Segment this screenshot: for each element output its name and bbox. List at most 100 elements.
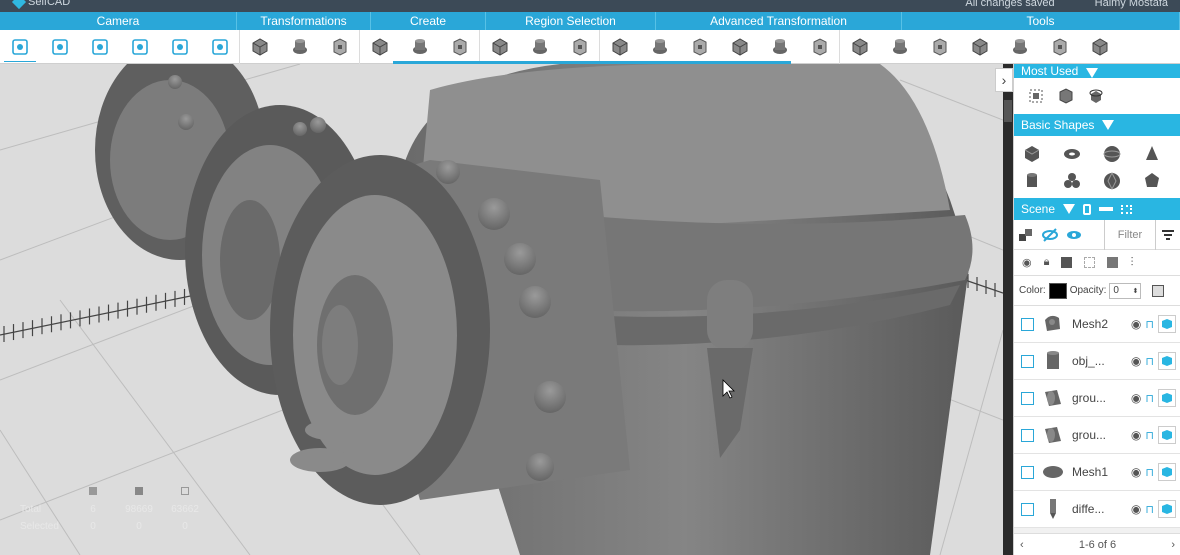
select-checkbox[interactable]	[1021, 317, 1034, 331]
lock-icon[interactable]: 🔒︎	[1044, 256, 1050, 269]
material-cube-icon[interactable]	[1158, 389, 1176, 407]
zoom-fit-button[interactable]	[40, 30, 80, 64]
select-checkbox[interactable]	[1021, 428, 1034, 442]
hide-icon[interactable]	[1038, 227, 1062, 242]
select-checkbox[interactable]	[1021, 354, 1034, 368]
menu-transformations[interactable]: Transformations	[237, 12, 371, 30]
material-cube-icon[interactable]	[1158, 352, 1176, 370]
solidify-button[interactable]	[600, 30, 640, 64]
cube-create-button[interactable]	[360, 30, 400, 64]
toggle-view-icon[interactable]	[1083, 203, 1092, 215]
box-create-button[interactable]	[440, 29, 480, 64]
lock-open-icon[interactable]: ⊓	[1145, 429, 1154, 442]
extrude-button[interactable]	[680, 30, 720, 64]
grid-view-icon[interactable]	[1121, 204, 1133, 214]
show-icon[interactable]	[1062, 228, 1086, 242]
eye-icon[interactable]: ◉	[1131, 391, 1141, 405]
user-name[interactable]: Haimy Mostafa	[1095, 0, 1168, 9]
camera-reset-button[interactable]	[0, 30, 40, 64]
basic-shapes-header[interactable]: Basic Shapes	[1014, 114, 1180, 136]
object-row[interactable]: grou... ◉ ⊓	[1014, 417, 1180, 454]
group-objects-icon[interactable]	[1014, 228, 1038, 242]
stitch-button[interactable]	[640, 30, 680, 64]
adjust-icon[interactable]: ⫶	[1130, 255, 1133, 270]
object-row[interactable]: grou... ◉ ⊓	[1014, 380, 1180, 417]
taper-button[interactable]	[720, 30, 760, 64]
pan-button[interactable]	[80, 30, 120, 64]
array-button[interactable]	[880, 30, 920, 64]
select-vertex-button[interactable]	[560, 29, 600, 64]
menu-region-selection[interactable]: Region Selection	[486, 12, 656, 30]
eye-icon[interactable]: ◉	[1131, 354, 1141, 368]
slider-toggle-icon[interactable]	[1099, 207, 1114, 211]
hat-shape-button[interactable]	[400, 30, 440, 64]
camera-settings-button[interactable]	[160, 30, 200, 64]
3d-viewport[interactable]: Total 6 98669 63662 Selected 0 0 0	[0, 64, 1003, 555]
bend-button[interactable]	[800, 29, 840, 64]
select-checkbox[interactable]	[1021, 502, 1034, 516]
filter-input[interactable]: Filter	[1104, 219, 1156, 250]
lock-open-icon[interactable]: ⊓	[1145, 466, 1154, 479]
eye-icon[interactable]: ◉	[1131, 465, 1141, 479]
object-row[interactable]: diffe... ◉ ⊓	[1014, 491, 1180, 528]
eye-icon[interactable]: ◉	[1131, 317, 1141, 331]
visibility-icon[interactable]: ◉	[1022, 256, 1032, 269]
apply-icon[interactable]	[1152, 284, 1165, 297]
menu-tools[interactable]: Tools	[902, 12, 1180, 30]
rotate-icon[interactable]	[1086, 86, 1106, 106]
hollow-button[interactable]	[1000, 30, 1040, 64]
mirror-button[interactable]	[840, 30, 880, 64]
cube-icon[interactable]	[1022, 144, 1042, 164]
camera-view-button[interactable]	[200, 29, 240, 64]
material-cube-icon[interactable]	[1158, 500, 1176, 518]
rotate-view-button[interactable]	[120, 30, 160, 64]
next-page-icon[interactable]: ›	[1171, 539, 1175, 551]
move-icon[interactable]	[1026, 86, 1046, 106]
sphere-tool-button[interactable]	[960, 30, 1000, 64]
lock-open-icon[interactable]: ⊓	[1145, 355, 1154, 368]
object-row[interactable]: Mesh1 ◉ ⊓	[1014, 454, 1180, 491]
scene-header[interactable]: Scene	[1014, 198, 1180, 220]
lock-open-icon[interactable]: ⊓	[1145, 392, 1154, 405]
material-cube-icon[interactable]	[1158, 463, 1176, 481]
select-edge-button[interactable]	[520, 30, 560, 64]
sphere-icon[interactable]	[1102, 144, 1122, 164]
icosphere-icon[interactable]	[1102, 171, 1122, 191]
object-row[interactable]: obj_... ◉ ⊓	[1014, 343, 1180, 380]
eye-icon[interactable]: ◉	[1131, 428, 1141, 442]
cone-icon[interactable]	[1142, 144, 1162, 164]
app-logo[interactable]: SelfCAD	[11, 0, 70, 10]
select-checkbox[interactable]	[1021, 391, 1034, 405]
object-row[interactable]: Mesh2 ◉ ⊓	[1014, 306, 1180, 343]
scale-icon[interactable]	[1056, 86, 1076, 106]
viewport-scrollbar[interactable]	[1004, 100, 1012, 122]
spheres-icon[interactable]	[1062, 171, 1082, 191]
slice-button[interactable]	[1040, 30, 1080, 64]
dodecahedron-icon[interactable]	[1142, 171, 1162, 191]
material-cube-icon[interactable]	[1158, 426, 1176, 444]
menu-create[interactable]: Create	[371, 12, 486, 30]
group-button[interactable]	[920, 30, 960, 64]
move-button[interactable]	[240, 30, 280, 64]
collapse-panel-button[interactable]: ›	[995, 68, 1013, 92]
menu-camera[interactable]: Camera	[0, 12, 237, 30]
wireframe-icon[interactable]	[1084, 257, 1096, 268]
color-swatch[interactable]	[1048, 282, 1067, 299]
menu-advanced-transformation[interactable]: Advanced Transformation	[656, 12, 902, 30]
rotate-button[interactable]	[320, 29, 360, 64]
material-cube-icon[interactable]	[1158, 315, 1176, 333]
material-icon[interactable]	[1107, 257, 1119, 268]
lock-open-icon[interactable]: ⊓	[1145, 503, 1154, 516]
cylinder-icon[interactable]	[1022, 171, 1042, 191]
opacity-input[interactable]: 0 ⬍	[1109, 282, 1142, 299]
eye-icon[interactable]: ◉	[1131, 502, 1141, 516]
prev-page-icon[interactable]: ‹	[1020, 539, 1024, 551]
most-used-header[interactable]: Most Used	[1014, 64, 1180, 78]
select-face-button[interactable]	[480, 30, 520, 64]
scale-button[interactable]	[280, 30, 320, 64]
solid-icon[interactable]	[1061, 257, 1073, 268]
select-checkbox[interactable]	[1021, 465, 1034, 479]
lock-open-icon[interactable]: ⊓	[1145, 318, 1154, 331]
repair-button[interactable]	[1080, 30, 1120, 64]
twist-button[interactable]	[760, 30, 800, 64]
